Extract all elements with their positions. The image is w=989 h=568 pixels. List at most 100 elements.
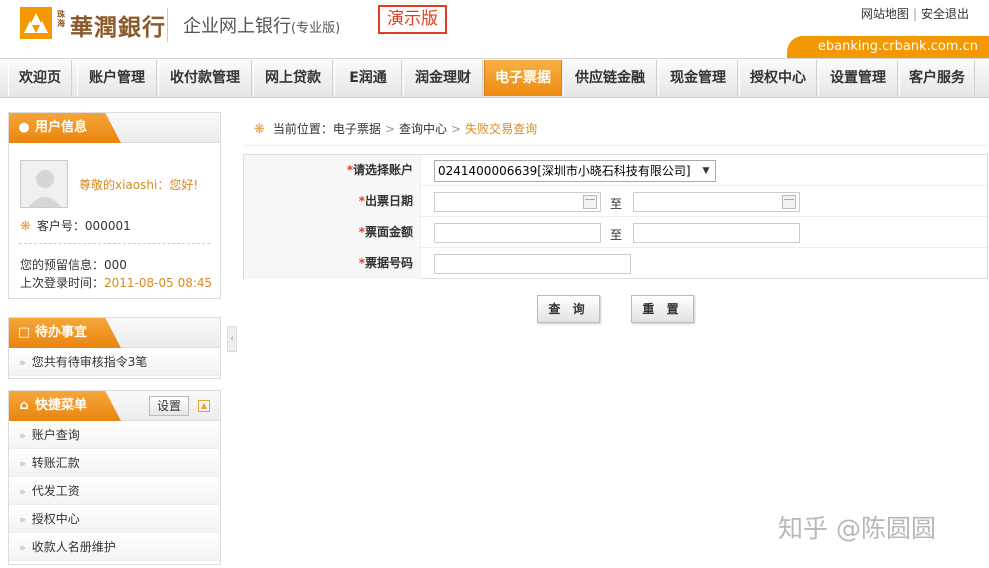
shortcut-head: ⌂ 快捷菜单 设置 ▲ (9, 391, 220, 421)
nav-welcome[interactable]: 欢迎页 (8, 60, 72, 96)
calendar-icon[interactable] (583, 195, 597, 209)
breadcrumb-prefix: 当前位置： (272, 122, 333, 136)
chevron-right-icon: » (19, 457, 26, 470)
gear-icon: ❋ (20, 219, 31, 234)
shortcut-label: 代发工资 (31, 484, 80, 498)
customer-value: 000001 (84, 219, 131, 233)
shortcut-tab: ⌂ 快捷菜单 (9, 391, 121, 421)
site-map-link[interactable]: 网站地图 (857, 7, 913, 21)
bank-logo-icon (20, 7, 52, 39)
shortcut-authorization[interactable]: » 授权中心 (9, 505, 220, 533)
amount-range-to: 至 (610, 228, 623, 242)
user-icon: ● (18, 120, 30, 135)
nav-e-bill[interactable]: 电子票据 (484, 60, 562, 96)
chevron-right-icon: > (384, 122, 395, 136)
todo-item[interactable]: » 您共有待审核指令3笔 (9, 348, 220, 376)
last-login-value: 2011-08-05 08:45 (104, 276, 213, 290)
nav-payment-management[interactable]: 收付款管理 (158, 60, 252, 96)
amount-label: *票面金额 (244, 217, 421, 248)
last-login-label: 上次登录时间： (20, 276, 105, 290)
message-icon: □ (17, 325, 31, 340)
todo-title: 待办事宜 (35, 325, 88, 340)
chevron-right-icon: > (451, 122, 462, 136)
todo-head: □ 待办事宜 (9, 318, 220, 348)
user-info-panel: ● 用户信息 尊敬的xiaoshi：您好! ❋ 客户号：000001 您的预留信息：… (8, 112, 221, 299)
domain-bar: ebanking.crbank.com.cn (787, 36, 989, 58)
breadcrumb: ❋ 当前位置：电子票据 > 查询中心 > 失败交易查询 (254, 120, 537, 137)
user-info-title: 用户信息 (35, 120, 88, 135)
bill-no-row: *票据号码 (244, 248, 987, 279)
greeting: 尊敬的xiaoshi：您好! (79, 178, 199, 192)
account-label: *请选择账户 (244, 155, 421, 186)
flower-icon: ❋ (254, 122, 265, 137)
dropdown-arrow-icon: ▼ (702, 166, 710, 176)
query-form: *请选择账户 0241400006639[深圳市小晓石科技有限公司] ▼ *出票… (243, 154, 988, 279)
system-edition: (专业版) (291, 21, 341, 36)
nav-settings[interactable]: 设置管理 (818, 60, 898, 96)
todo-panel: □ 待办事宜 » 您共有待审核指令3笔 (8, 317, 221, 379)
bill-no-input[interactable] (434, 254, 631, 274)
main-nav: 欢迎页 账户管理 收付款管理 网上贷款 E润通 润金理财 电子票据 供应链金融 … (0, 58, 989, 98)
nav-authorization[interactable]: 授权中心 (739, 60, 817, 96)
system-name-text: 企业网上银行 (183, 16, 291, 37)
nav-customer-service[interactable]: 客户服务 (899, 60, 975, 96)
account-row: *请选择账户 0241400006639[深圳市小晓石科技有限公司] ▼ (244, 155, 987, 186)
shortcut-settings-button[interactable]: 设置 (149, 396, 189, 416)
watermark: 知乎 @陈圆圆 (778, 514, 936, 543)
breadcrumb-divider (244, 145, 988, 146)
shortcut-title: 快捷菜单 (35, 398, 88, 413)
logo-city: 珠海 (57, 9, 65, 28)
header: 珠海 華潤銀行 企业网上银行(专业版) 演示版 网站地图 | 安全退出 ebanki… (0, 0, 989, 58)
avatar (20, 160, 68, 208)
home-icon: ⌂ (19, 398, 29, 413)
chevron-right-icon: » (19, 429, 26, 442)
user-info-tab: ● 用户信息 (9, 113, 121, 143)
shortcut-payee-maintenance[interactable]: » 收款人名册维护 (9, 533, 220, 561)
shortcut-label: 账户查询 (31, 428, 80, 442)
shortcut-label: 授权中心 (31, 512, 80, 526)
reserved-info: 您的预留信息：000 (20, 256, 127, 273)
issue-date-label: *出票日期 (244, 186, 421, 217)
nav-supply-chain[interactable]: 供应链金融 (563, 60, 657, 96)
user-info-head: ● 用户信息 (9, 113, 220, 143)
issue-date-row: *出票日期 至 (244, 186, 987, 217)
last-login: 上次登录时间：2011-08-05 08:45 (20, 274, 212, 291)
chevron-right-icon: » (19, 356, 26, 369)
account-select[interactable]: 0241400006639[深圳市小晓石科技有限公司] ▼ (434, 160, 716, 182)
todo-item-text: 您共有待审核指令3笔 (31, 355, 148, 369)
top-links: 网站地图 | 安全退出 (857, 5, 973, 22)
header-divider (167, 8, 168, 42)
reserved-label: 您的预留信息： (20, 258, 105, 272)
nav-e-runtong[interactable]: E润通 (334, 60, 402, 96)
nav-online-loan[interactable]: 网上贷款 (253, 60, 333, 96)
breadcrumb-e-bill[interactable]: 电子票据 (333, 122, 381, 136)
shortcut-transfer[interactable]: » 转账汇款 (9, 449, 220, 477)
nav-cash-management[interactable]: 现金管理 (658, 60, 738, 96)
shortcut-payroll[interactable]: » 代发工资 (9, 477, 220, 505)
shortcut-panel: ⌂ 快捷菜单 设置 ▲ » 账户查询 » 转账汇款 » 代发工资 » 授权中心 » 收款人名… (8, 390, 221, 565)
chevron-right-icon: » (19, 513, 26, 526)
demo-badge: 演示版 (378, 5, 447, 34)
shortcut-label: 收款人名册维护 (31, 540, 116, 554)
amount-from-input[interactable] (434, 223, 601, 243)
date-range-to: 至 (610, 197, 623, 211)
nav-wealth[interactable]: 润金理财 (403, 60, 483, 96)
amount-to-input[interactable] (633, 223, 800, 243)
calendar-icon[interactable] (782, 195, 796, 209)
issue-date-from-input[interactable] (434, 192, 601, 212)
divider (19, 243, 210, 244)
account-selected-value: 0241400006639[深圳市小晓石科技有限公司] (438, 164, 691, 178)
breadcrumb-query-center[interactable]: 查询中心 (399, 122, 447, 136)
reset-button[interactable]: 重 置 (631, 295, 694, 323)
nav-account-management[interactable]: 账户管理 (77, 60, 157, 96)
shortcut-account-query[interactable]: » 账户查询 (9, 421, 220, 449)
bill-no-label: *票据号码 (244, 248, 421, 279)
logout-link[interactable]: 安全退出 (917, 7, 973, 21)
amount-row: *票面金额 至 (244, 217, 987, 248)
sidebar-collapse-toggle[interactable]: ‹ (227, 326, 237, 352)
query-button[interactable]: 查 询 (537, 295, 600, 323)
breadcrumb-current: 失败交易查询 (465, 122, 538, 136)
issue-date-to-input[interactable] (633, 192, 800, 212)
collapse-icon[interactable]: ▲ (198, 400, 210, 412)
chevron-right-icon: » (19, 485, 26, 498)
